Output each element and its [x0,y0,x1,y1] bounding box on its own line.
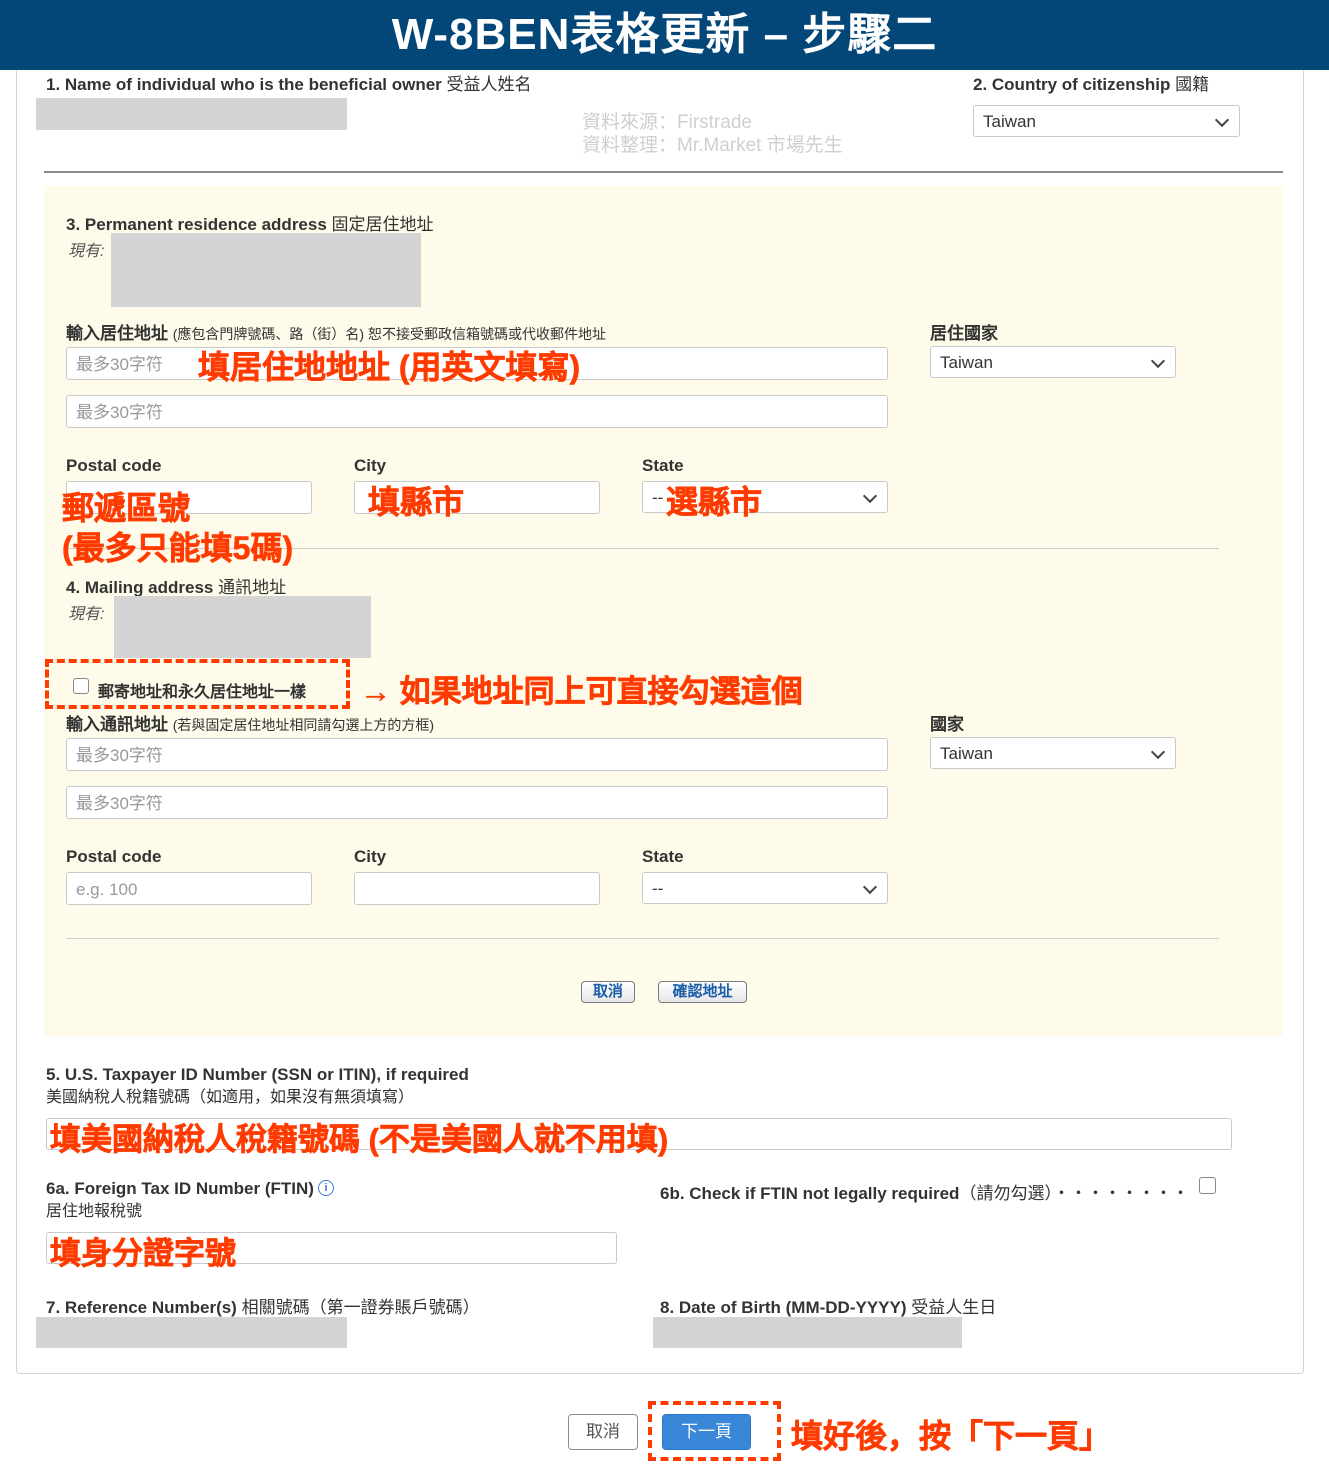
annotation-state: 選縣市 [666,484,763,521]
mailing-current-redacted [114,596,371,658]
reference-value-redacted [36,1317,347,1348]
residence-state-label: State [642,456,684,475]
annotation-city: 填縣市 [368,484,465,521]
ftin-label-zh: 居住地報稅號 [46,1203,143,1220]
residence-current-label: 現有: [68,243,105,260]
mailing-input-label: 輸入通訊地址 (若與固定居住地址相同請勾選上方的方框) [66,715,435,734]
info-icon[interactable]: i [318,1180,334,1196]
mailing-country-select[interactable]: Taiwan [930,737,1176,769]
chevron-down-icon [1150,744,1166,760]
page-title-banner: W-8BEN表格更新 – 步驟二 [0,0,1329,70]
mailing-address-line2[interactable]: 最多30字符 [66,786,888,819]
mailing-current-label: 現有: [68,606,105,623]
dob-label: 8. Date of Birth (MM-DD-YYYY) 受益人生日 [660,1298,997,1317]
annotation-ftin: 填身分證字號 [50,1236,237,1272]
residence-input-label: 輸入居住地址 (應包含門牌號碼、路（街）名) 恕不接受郵政信箱號碼或代收郵件地址 [66,324,606,343]
chevron-down-icon [1150,353,1166,369]
name-label: 1. Name of individual who is the benefic… [46,75,532,94]
residence-country-label: 居住國家 [930,324,998,343]
name-value-redacted [36,98,347,130]
us-tin-label: 5. U.S. Taxpayer ID Number (SSN or ITIN)… [46,1065,469,1084]
ftin-label: 6a. Foreign Tax ID Number (FTIN) [46,1179,314,1198]
dob-value-redacted [653,1317,962,1348]
highlight-next-button [648,1401,781,1461]
residence-current-redacted [111,233,421,307]
us-tin-label-zh: 美國納稅人稅籍號碼（如適用，如果沒有無須填寫） [46,1089,415,1106]
residence-address-line2[interactable]: 最多30字符 [66,395,888,428]
ftin-not-required-checkbox[interactable] [1199,1177,1216,1194]
watermark-author: 資料整理：Mr.Market 市場先生 [582,135,843,156]
cancel-button[interactable]: 取消 [568,1414,638,1450]
annotation-address: 填居住地地址 (用英文填寫) [198,349,581,386]
mailing-label: 4. Mailing address 通訊地址 [66,578,287,597]
mailing-postal-input[interactable]: e.g. 100 [66,872,312,905]
ftin-not-required-label: 6b. Check if FTIN not legally required（請… [660,1184,1189,1203]
chevron-down-icon [862,488,878,504]
chevron-down-icon [1214,112,1230,128]
mailing-state-label: State [642,847,684,866]
citizenship-select[interactable]: Taiwan [973,105,1240,137]
mailing-state-select[interactable]: -- [642,872,888,904]
mailing-postal-label: Postal code [66,847,162,866]
residence-city-label: City [354,456,387,475]
residence-country-select[interactable]: Taiwan [930,346,1176,378]
address-cancel-button[interactable]: 取消 [581,981,635,1003]
confirm-address-button[interactable]: 確認地址 [658,981,747,1003]
mailing-address-line1[interactable]: 最多30字符 [66,738,888,771]
residence-label: 3. Permanent residence address 固定居住地址 [66,215,434,234]
highlight-same-address [45,659,350,709]
annotation-postal-line2: (最多只能填5碼) [62,530,294,567]
mailing-country-label: 國家 [930,715,964,734]
watermark-source: 資料來源：Firstrade [582,112,752,133]
citizenship-label: 2. Country of citizenship 國籍 [973,75,1210,94]
chevron-down-icon [862,879,878,895]
divider [66,938,1219,939]
annotation-us-tax: 填美國納稅人稅籍號碼 (不是美國人就不用填) [50,1122,669,1158]
annotation-same-address: → 如果地址同上可直接勾選這個 [360,674,803,710]
mailing-city-input[interactable] [354,872,600,905]
divider [44,171,1283,173]
annotation-next: 填好後，按「下一頁」 [791,1418,1112,1455]
mailing-city-label: City [354,847,387,866]
reference-label: 7. Reference Number(s) 相關號碼（第一證券賬戶號碼） [46,1298,480,1317]
residence-postal-label: Postal code [66,456,162,475]
